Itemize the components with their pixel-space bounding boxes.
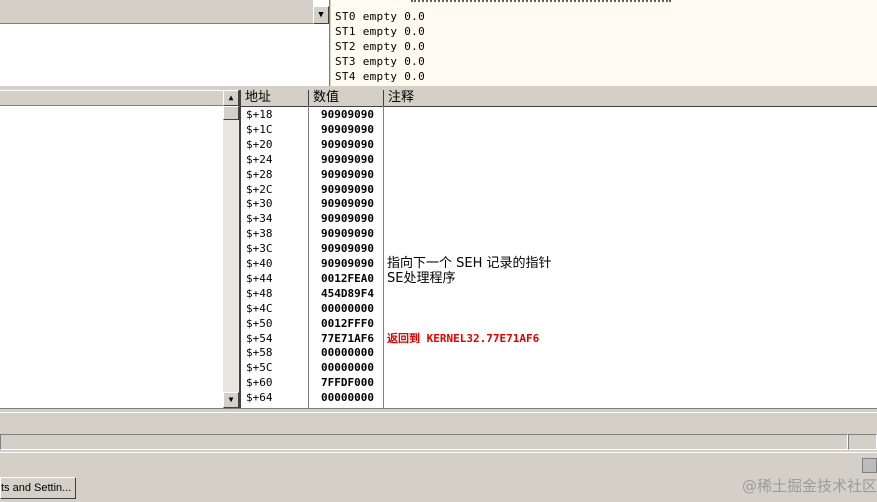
stack-row-value: 90909090 [321, 152, 374, 166]
fpu-truncated-line [411, 0, 671, 6]
stack-row-value: 90909090 [321, 227, 374, 241]
scroll-up-arrow-icon[interactable]: ▲ [223, 90, 239, 106]
fpu-register-st0: ST0 empty 0.0 [335, 10, 425, 23]
stack-row-address: $+28 [246, 167, 273, 181]
stack-row[interactable]: $+3C 90909090 [241, 241, 877, 256]
stack-row-address: $+48 [246, 286, 273, 300]
stack-row-address: $+30 [246, 197, 273, 211]
stack-row-address: $+44 [246, 271, 273, 285]
stack-row-address: $+60 [246, 376, 273, 390]
stack-row-address: $+64 [246, 391, 273, 405]
stack-row[interactable]: $+60 7FFDF000 [241, 375, 877, 390]
stack-row[interactable]: $+54 77E71AF6 返回到 KERNEL32.77E71AF6 [241, 331, 877, 346]
stack-row[interactable]: $+34 90909090 [241, 211, 877, 226]
stack-row-address: $+1C [246, 122, 273, 136]
stack-row-value: 77E71AF6 [321, 331, 374, 345]
stack-row-value: 90909090 [321, 167, 374, 181]
stack-row-value: 90909090 [321, 242, 374, 256]
dump-pane[interactable] [0, 90, 223, 408]
stack-row-value: 90909090 [321, 108, 374, 121]
scroll-down-arrow-icon[interactable]: ▼ [223, 392, 239, 408]
stack-row-address: $+24 [246, 152, 273, 166]
column-header-comment[interactable]: 注释 [384, 90, 877, 106]
stack-row[interactable]: $+4C 00000000 [241, 301, 877, 316]
stack-row[interactable]: $+2C 90909090 [241, 182, 877, 197]
stack-row[interactable]: $+24 90909090 [241, 152, 877, 167]
stack-row-address: $+34 [246, 212, 273, 226]
tray-icon[interactable] [862, 458, 877, 473]
stack-row-value: 7FFDF000 [321, 376, 374, 390]
stack-row[interactable]: $+30 90909090 [241, 196, 877, 211]
stack-pane[interactable]: 地址 数值 注释 $+18 90909090 $+1C 90909090 $+20 909… [239, 90, 877, 408]
dump-pane-header [0, 90, 223, 106]
stack-row-value: 454D89F4 [321, 286, 374, 300]
stack-header: 地址 数值 注释 [241, 90, 877, 107]
fpu-register-st2: ST2 empty 0.0 [335, 40, 425, 53]
stack-row[interactable]: $+44 0012FEA0 SE处理程序 [241, 271, 877, 286]
stack-row-address: $+20 [246, 137, 273, 151]
stack-row-value: 90909090 [321, 257, 374, 270]
stack-row[interactable]: $+64 00000000 [241, 390, 877, 405]
stack-row-address: $+3C [246, 242, 273, 256]
stack-row-address: $+38 [246, 227, 273, 241]
stack-row[interactable]: $+50 0012FFF0 [241, 316, 877, 331]
stack-row-value: 90909090 [321, 137, 374, 151]
stack-row[interactable]: $+58 00000000 [241, 345, 877, 360]
stack-row-address: $+18 [246, 108, 273, 121]
stack-row-value: 90909090 [321, 182, 374, 196]
stack-row-value: 90909090 [321, 212, 374, 226]
fpu-register-st1: ST1 empty 0.0 [335, 25, 425, 38]
taskbar-button[interactable]: ts and Settin... [0, 477, 76, 499]
status-bar-right-panel [848, 434, 877, 450]
stack-row[interactable]: $+1C 90909090 [241, 122, 877, 137]
stack-row-value: 0012FEA0 [321, 271, 374, 285]
vertical-scrollbar[interactable]: ▲ ▼ [223, 90, 239, 408]
column-header-address[interactable]: 地址 [241, 90, 309, 106]
stack-row-value: 0012FFF0 [321, 316, 374, 330]
stack-row-comment: 返回到 KERNEL32.77E71AF6 [387, 331, 540, 345]
command-bar[interactable] [0, 412, 877, 434]
fpu-register-pane: ST0 empty 0.0 ST1 empty 0.0 ST2 empty 0.… [331, 0, 877, 86]
stack-row-address: $+50 [246, 316, 273, 330]
fpu-register-st3: ST3 empty 0.0 [335, 55, 425, 68]
stack-row-address: $+54 [246, 331, 273, 345]
stack-row-address: $+58 [246, 346, 273, 360]
stack-row[interactable]: $+20 90909090 [241, 137, 877, 152]
stack-row-value: 90909090 [321, 197, 374, 211]
stack-row[interactable]: $+18 90909090 [241, 107, 877, 122]
stack-row-value: 00000000 [321, 301, 374, 315]
stack-row-value: 90909090 [321, 122, 374, 136]
stack-row-value: 00000000 [321, 346, 374, 360]
stack-row[interactable]: $+28 90909090 [241, 167, 877, 182]
status-bar [0, 434, 848, 450]
stack-row-value: 00000000 [321, 361, 374, 375]
column-header-value[interactable]: 数值 [309, 90, 384, 106]
stack-row-address: $+2C [246, 182, 273, 196]
scrollbar-thumb[interactable] [223, 106, 239, 120]
stack-row-comment: 指向下一个 SEH 记录的指针 [387, 256, 552, 271]
stack-row-comment: SE处理程序 [387, 270, 456, 286]
stack-row[interactable]: $+48 454D89F4 [241, 286, 877, 301]
stack-row-address: $+4C [246, 301, 273, 315]
dropdown-arrow-button[interactable]: ▼ [313, 6, 329, 24]
fpu-register-st4: ST4 empty 0.0 [335, 70, 425, 83]
stack-row[interactable]: $+40 90909090 指向下一个 SEH 记录的指针 [241, 256, 877, 271]
stack-row[interactable]: $+5C 00000000 [241, 360, 877, 375]
stack-row-address: $+40 [246, 257, 273, 270]
watermark: @稀土掘金技术社区 [741, 477, 877, 495]
stack-row-address: $+5C [246, 361, 273, 375]
stack-row-value: 00000000 [321, 391, 374, 405]
stack-row[interactable]: $+38 90909090 [241, 226, 877, 241]
top-left-title-strip [0, 0, 313, 24]
